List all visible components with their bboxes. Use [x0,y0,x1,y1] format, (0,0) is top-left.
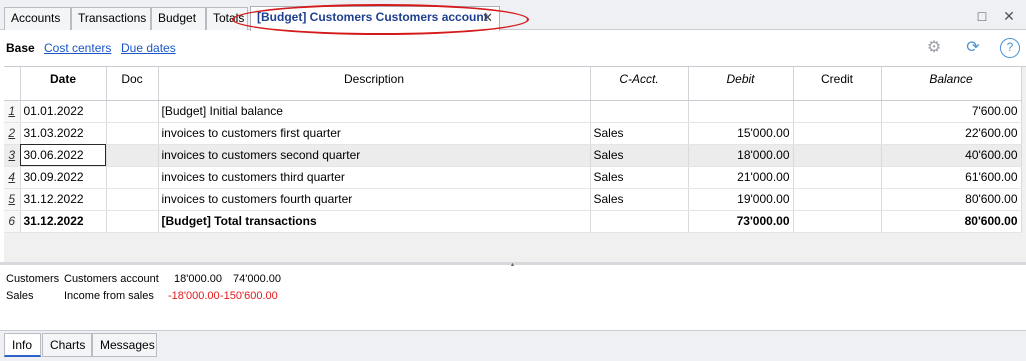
info-value-1: 18'000.00 [174,273,222,285]
cell-date-current[interactable]: 30.06.2022 [20,144,107,167]
help-icon[interactable]: ? [1000,38,1020,58]
cell-debit[interactable]: 18'000.00 [688,144,794,167]
cell-contra-account[interactable]: Sales [590,166,689,189]
column-header-balance[interactable]: Balance [881,67,1022,101]
close-tab-icon[interactable]: ✕ [482,7,493,28]
column-header-description[interactable]: Description [158,67,591,101]
cell-balance[interactable]: 40'600.00 [881,144,1022,167]
subtab-base[interactable]: Base [6,41,35,55]
info-account: Customers [6,273,60,285]
table-row[interactable]: 4 30.09.2022 invoices to customers third… [4,166,1022,189]
info-account-name: Customers account [64,273,159,285]
cell-credit[interactable] [793,210,882,233]
column-header-doc[interactable]: Doc [106,67,159,101]
tab-charts[interactable]: Charts [42,333,92,357]
row-number-header [4,67,21,101]
column-header-debit[interactable]: Debit [688,67,794,101]
refresh-icon[interactable]: ⟳ [963,38,983,58]
cell-description[interactable]: invoices to customers fourth quarter [158,188,591,211]
row-number[interactable]: 6 [4,210,21,233]
cell-description[interactable]: [Budget] Initial balance [158,100,591,123]
cell-doc[interactable] [106,144,159,167]
cell-balance[interactable]: 80'600.00 [881,188,1022,211]
info-account: Sales [6,290,34,302]
info-account-name: Income from sales [64,290,154,302]
info-value-2: -150'600.00 [220,290,278,302]
table-header-row: Date Doc Description C-Acct. Debit Credi… [4,67,1022,101]
cell-balance[interactable]: 22'600.00 [881,122,1022,145]
cell-doc[interactable] [106,100,159,123]
cell-contra-account[interactable]: Sales [590,122,689,145]
transactions-grid: Date Doc Description C-Acct. Debit Credi… [4,66,1026,262]
tab-budget-customers-account-label: [Budget] Customers Customers account [257,10,488,24]
cell-debit[interactable] [688,100,794,123]
info-panel: Customers Customers account 18'000.00 74… [0,266,1026,330]
table-row[interactable]: 1 01.01.2022 [Budget] Initial balance 7'… [4,100,1022,123]
cell-description[interactable]: invoices to customers second quarter [158,144,591,167]
cell-doc[interactable] [106,166,159,189]
transactions-table: Date Doc Description C-Acct. Debit Credi… [4,67,1022,233]
cell-debit[interactable]: 73'000.00 [688,210,794,233]
row-number[interactable]: 3 [4,144,21,167]
row-number[interactable]: 1 [4,100,21,123]
cell-balance[interactable]: 80'600.00 [881,210,1022,233]
cell-contra-account[interactable]: Sales [590,188,689,211]
cell-doc[interactable] [106,122,159,145]
cell-contra-account[interactable] [590,100,689,123]
cell-credit[interactable] [793,166,882,189]
cell-description[interactable]: invoices to customers third quarter [158,166,591,189]
column-header-credit[interactable]: Credit [793,67,882,101]
cell-contra-account[interactable]: Sales [590,144,689,167]
bottom-tab-bar: Info Charts Messages [0,330,1026,361]
view-subtabs: Base Cost centers Due dates ⚙ ⟳ ? [0,38,1026,60]
info-value-1: -18'000.00 [168,290,220,302]
row-number[interactable]: 5 [4,188,21,211]
cell-debit[interactable]: 19'000.00 [688,188,794,211]
row-number[interactable]: 2 [4,122,21,145]
cell-credit[interactable] [793,100,882,123]
tab-budget[interactable]: Budget [151,7,206,30]
cell-credit[interactable] [793,122,882,145]
table-row[interactable]: 5 31.12.2022 invoices to customers fourt… [4,188,1022,211]
cell-doc[interactable] [106,210,159,233]
table-row[interactable]: 2 31.03.2022 invoices to customers first… [4,122,1022,145]
cell-description[interactable]: invoices to customers first quarter [158,122,591,145]
cell-description[interactable]: [Budget] Total transactions [158,210,591,233]
subtab-cost-centers[interactable]: Cost centers [44,41,111,55]
cell-date[interactable]: 31.12.2022 [20,188,107,211]
gear-icon[interactable]: ⚙ [924,38,944,58]
tab-info[interactable]: Info [4,333,41,357]
tab-totals[interactable]: Totals [206,7,248,30]
cell-date[interactable]: 31.12.2022 [20,210,107,233]
cell-balance[interactable]: 61'600.00 [881,166,1022,189]
tab-accounts[interactable]: Accounts [4,7,71,30]
cell-date[interactable]: 31.03.2022 [20,122,107,145]
row-number[interactable]: 4 [4,166,21,189]
cell-balance[interactable]: 7'600.00 [881,100,1022,123]
cell-date[interactable]: 30.09.2022 [20,166,107,189]
cell-credit[interactable] [793,188,882,211]
column-header-contra-account[interactable]: C-Acct. [590,67,689,101]
cell-credit[interactable] [793,144,882,167]
cell-contra-account[interactable] [590,210,689,233]
close-window-icon[interactable]: ✕ [1001,8,1017,24]
info-value-2: 74'000.00 [233,273,281,285]
tab-budget-customers-account[interactable]: [Budget] Customers Customers account ✕ [250,6,500,31]
cell-date[interactable]: 01.01.2022 [20,100,107,123]
cell-doc[interactable] [106,188,159,211]
cell-debit[interactable]: 21'000.00 [688,166,794,189]
tab-messages[interactable]: Messages [92,333,157,357]
table-row-selected[interactable]: 3 30.06.2022 invoices to customers secon… [4,144,1022,167]
column-header-date[interactable]: Date [20,67,107,101]
tab-transactions[interactable]: Transactions [71,7,151,30]
restore-window-icon[interactable]: □ [974,8,990,24]
subtab-due-dates[interactable]: Due dates [121,41,176,55]
table-row-total[interactable]: 6 31.12.2022 [Budget] Total transactions… [4,210,1022,233]
cell-debit[interactable]: 15'000.00 [688,122,794,145]
document-tab-bar: Accounts Transactions Budget Totals [Bud… [0,0,1026,35]
